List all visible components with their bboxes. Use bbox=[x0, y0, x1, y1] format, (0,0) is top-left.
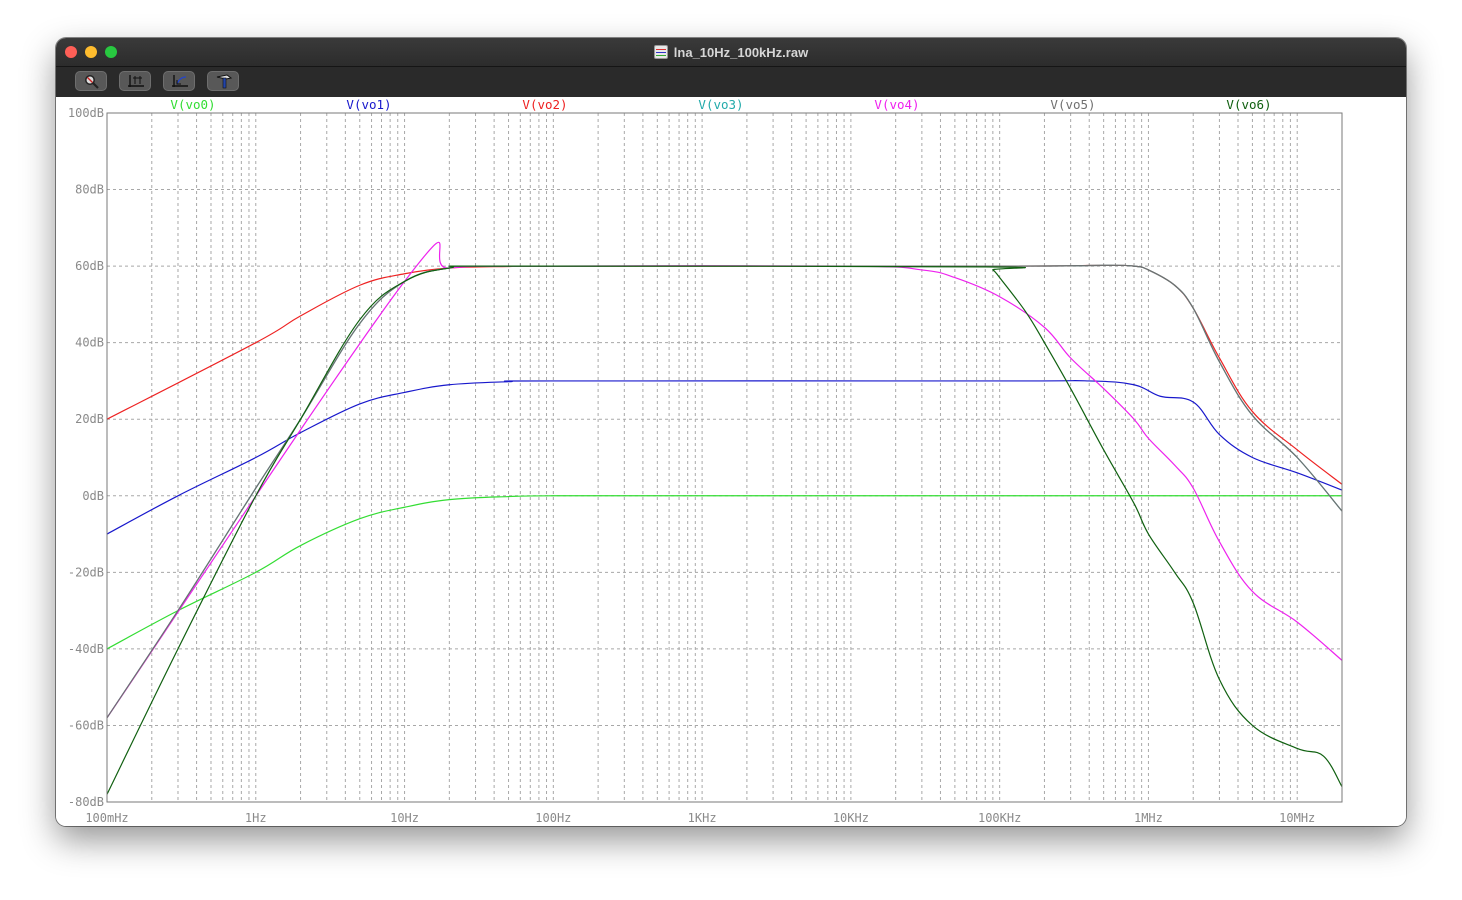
bode-plot[interactable]: 100dB 80dB 60dB 40dB 20dB 0dB -20dB -40dB -60dB -… bbox=[56, 97, 1406, 826]
y-tick-label: -80dB bbox=[68, 795, 104, 809]
legend-label[interactable]: V(vo3) bbox=[698, 97, 743, 112]
legend-label[interactable]: V(vo4) bbox=[874, 97, 919, 112]
x-tick-label: 1Hz bbox=[245, 811, 267, 825]
series-line-vvo4[interactable] bbox=[106, 241, 1343, 719]
y-tick-label: 80dB bbox=[75, 183, 104, 197]
plot-pane[interactable]: 100dB 80dB 60dB 40dB 20dB 0dB -20dB -40dB -60dB -… bbox=[56, 97, 1406, 826]
window-title: lna_10Hz_100kHz.raw bbox=[673, 44, 809, 60]
x-tick-label: 100KHz bbox=[978, 811, 1021, 825]
window-title-group: lna_10Hz_100kHz.raw bbox=[56, 38, 1406, 66]
y-tick-label: 100dB bbox=[68, 106, 104, 120]
y-tick-label: -60dB bbox=[68, 718, 104, 732]
title-bar[interactable]: lna_10Hz_100kHz.raw bbox=[56, 38, 1406, 67]
waveform-viewer-window: lna_10Hz_100kHz.raw 100dB 80dB 60dB 40dB… bbox=[56, 38, 1406, 826]
pick-trace-button[interactable] bbox=[207, 71, 239, 91]
series-line-vvo5[interactable] bbox=[106, 264, 1343, 719]
zoom-back-button[interactable] bbox=[163, 71, 195, 91]
legend-label[interactable]: V(vo6) bbox=[1226, 97, 1271, 112]
series-line-vvo6[interactable] bbox=[106, 265, 1343, 795]
plot-frame bbox=[106, 112, 1343, 803]
series-line-vvo0[interactable] bbox=[106, 495, 1342, 650]
hammer-icon bbox=[216, 74, 233, 89]
x-tick-label: 10MHz bbox=[1279, 811, 1315, 825]
raw-file-icon bbox=[653, 45, 668, 59]
y-tick-label: 40dB bbox=[75, 336, 104, 350]
autorange-button[interactable] bbox=[119, 71, 151, 91]
zoom-tool-button[interactable] bbox=[75, 71, 107, 91]
y-tick-label: -20dB bbox=[68, 565, 104, 579]
series-line-vvo3[interactable] bbox=[106, 264, 1343, 719]
x-tick-label: 1KHz bbox=[688, 811, 717, 825]
y-tick-label: 0dB bbox=[82, 489, 104, 503]
y-tick-label: 60dB bbox=[75, 259, 104, 273]
x-tick-label: 10KHz bbox=[833, 811, 869, 825]
magnifier-icon bbox=[85, 75, 99, 89]
legend-label[interactable]: V(vo5) bbox=[1050, 97, 1095, 112]
legend-label[interactable]: V(vo2) bbox=[522, 97, 567, 112]
legend-label[interactable]: V(vo0) bbox=[170, 97, 215, 112]
y-tick-label: -40dB bbox=[68, 642, 104, 656]
legend-label[interactable]: V(vo1) bbox=[346, 97, 391, 112]
x-tick-label: 1MHz bbox=[1134, 811, 1163, 825]
series-line-vvo1[interactable] bbox=[106, 380, 1343, 535]
x-tick-label: 10Hz bbox=[390, 811, 419, 825]
zoom-back-icon bbox=[172, 75, 188, 87]
axes-icon bbox=[128, 75, 144, 87]
toolbar bbox=[56, 67, 1406, 97]
series-line-vvo2[interactable] bbox=[106, 264, 1343, 485]
y-tick-label: 20dB bbox=[75, 412, 104, 426]
x-tick-label: 100mHz bbox=[85, 811, 128, 825]
x-tick-label: 100Hz bbox=[535, 811, 571, 825]
